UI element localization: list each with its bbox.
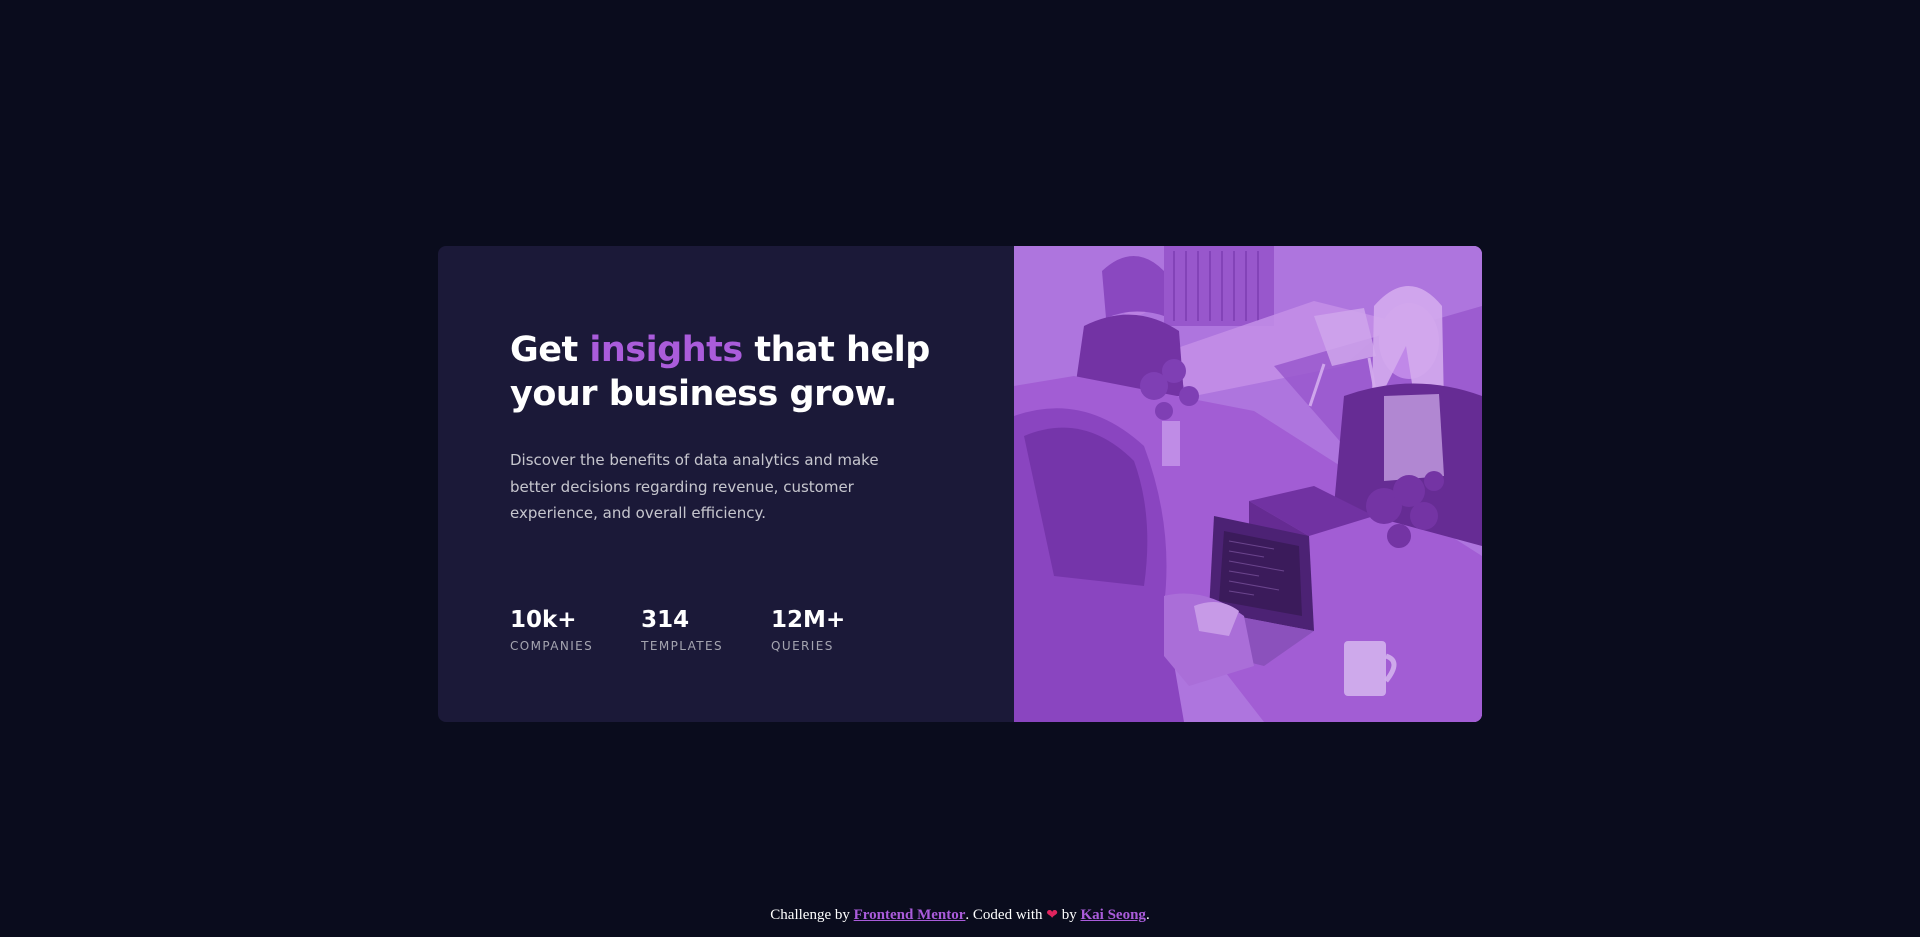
frontend-mentor-link[interactable]: Frontend Mentor [854,907,966,923]
card-description: Discover the benefits of data analytics … [510,451,879,522]
stat-label: TEMPLATES [641,639,724,653]
page: Get insights that help your business gro… [0,0,1920,937]
stat-value: 10k+ [510,607,577,633]
stat-queries: 12M+ QUERIES [771,606,845,653]
office-photo-illustration [1014,246,1482,722]
headline-accent: insights [589,330,743,370]
stat-label: COMPANIES [510,639,594,653]
card-headline: Get insights that help your business gro… [510,328,930,416]
card-image [1014,246,1482,722]
author-link[interactable]: Kai Seong [1081,907,1146,923]
footer-middle: . Coded with [965,907,1047,923]
stat-companies: 10k+ COMPANIES [510,606,593,653]
stat-templates: 314 TEMPLATES [641,606,723,653]
heart-icon: ❤ [1046,907,1058,923]
stats-list: 10k+ COMPANIES 314 TEMPLATES 12M+ QUERIE… [510,606,845,653]
attribution-footer: Challenge by Frontend Mentor. Coded with… [0,907,1920,924]
card-text-section: Get insights that help your business gro… [438,246,1014,722]
footer-suffix: . [1145,907,1150,923]
headline-before: Get [510,330,590,370]
stat-value: 314 [641,607,690,633]
footer-by: by [1058,907,1081,923]
stat-label: QUERIES [771,639,834,653]
stats-preview-card: Get insights that help your business gro… [438,246,1482,722]
stat-value: 12M+ [771,607,846,633]
footer-prefix: Challenge by [770,907,854,923]
